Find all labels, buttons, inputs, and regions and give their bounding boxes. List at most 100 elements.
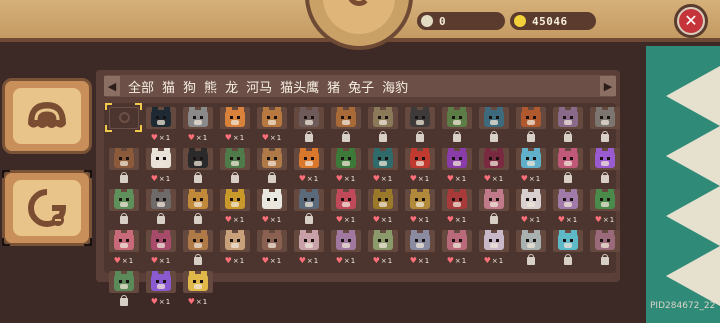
animal-slot[interactable]: ♥ × 1 bbox=[255, 105, 288, 146]
animal-slot[interactable]: ♥ × 1 bbox=[366, 146, 399, 187]
animal-slot[interactable]: ♥ × 1 bbox=[107, 228, 140, 269]
animal-slot[interactable]: ♥ × 1 bbox=[329, 228, 362, 269]
animal-slot[interactable]: ♥ × 1 bbox=[477, 228, 510, 269]
animal-slot[interactable] bbox=[551, 105, 584, 146]
animal-slot[interactable] bbox=[588, 228, 621, 269]
animal-slot[interactable]: ♥ × 1 bbox=[440, 146, 473, 187]
animal-slot[interactable] bbox=[107, 187, 140, 228]
animal-slot[interactable]: ♥ × 1 bbox=[218, 187, 251, 228]
animal-slot[interactable]: ♥ × 1 bbox=[551, 187, 584, 228]
animal-slot[interactable]: ♥ × 1 bbox=[440, 187, 473, 228]
animal-eye bbox=[348, 157, 351, 160]
filter-8[interactable]: 兔子 bbox=[348, 77, 374, 96]
animal-eye bbox=[489, 239, 492, 242]
search-slot[interactable] bbox=[105, 103, 142, 146]
animal-snout bbox=[379, 120, 387, 125]
animal-slot[interactable]: ♥ × 1 bbox=[329, 146, 362, 187]
animal-snout bbox=[305, 202, 313, 207]
animal-slot[interactable] bbox=[551, 146, 584, 187]
slot-status: ♥ × 1 bbox=[255, 132, 288, 144]
filter-7[interactable]: 猪 bbox=[327, 77, 340, 96]
animal-slot[interactable] bbox=[181, 187, 214, 228]
filter-6[interactable]: 猫头鹰 bbox=[280, 77, 319, 96]
animal-snout bbox=[601, 120, 609, 125]
animal-slot[interactable] bbox=[551, 228, 584, 269]
animal-slot[interactable] bbox=[181, 228, 214, 269]
animal-slot[interactable] bbox=[477, 105, 510, 146]
filter-9[interactable]: 海豹 bbox=[382, 77, 408, 96]
animal-slot[interactable] bbox=[292, 105, 325, 146]
animal-slot[interactable]: ♥ × 1 bbox=[292, 228, 325, 269]
animal-eye bbox=[156, 157, 159, 160]
animal-eye bbox=[378, 157, 381, 160]
animal-slot[interactable]: ♥ × 1 bbox=[514, 187, 547, 228]
animal-slot[interactable] bbox=[292, 187, 325, 228]
heart-icon: ♥ bbox=[224, 133, 232, 142]
filter-2[interactable]: 狗 bbox=[183, 77, 196, 96]
animal-slot[interactable]: ♥ × 1 bbox=[366, 187, 399, 228]
animal-eye bbox=[156, 116, 159, 119]
owned-count: 1 bbox=[535, 216, 541, 224]
animal-slot[interactable]: ♥ × 1 bbox=[403, 228, 436, 269]
heart-icon: ♥ bbox=[224, 256, 232, 265]
magnifier-icon bbox=[119, 112, 130, 123]
close-button[interactable]: ✕ bbox=[674, 4, 708, 38]
animal-slot[interactable]: ♥ × 1 bbox=[181, 105, 214, 146]
filter-5[interactable]: 河马 bbox=[246, 77, 272, 96]
animal-slot[interactable] bbox=[107, 146, 140, 187]
heart-icon: ♥ bbox=[335, 256, 343, 265]
animal-slot[interactable] bbox=[181, 146, 214, 187]
animal-slot[interactable] bbox=[403, 105, 436, 146]
owned-count: 1 bbox=[239, 134, 245, 142]
animal-snout bbox=[601, 161, 609, 166]
animal-slot[interactable]: ♥ × 1 bbox=[144, 105, 177, 146]
filter-3[interactable]: 熊 bbox=[204, 77, 217, 96]
animal-slot[interactable] bbox=[588, 105, 621, 146]
animal-snout bbox=[194, 243, 202, 248]
animal-slot[interactable] bbox=[514, 105, 547, 146]
animal-eye bbox=[496, 157, 499, 160]
animal-slot[interactable] bbox=[588, 146, 621, 187]
animal-slot[interactable]: ♥ × 1 bbox=[255, 187, 288, 228]
animal-slot[interactable]: ♥ × 1 bbox=[218, 228, 251, 269]
slot-frame bbox=[294, 107, 324, 129]
animal-slot[interactable]: ♥ × 1 bbox=[255, 228, 288, 269]
animal-slot[interactable] bbox=[107, 269, 140, 310]
animal-slot[interactable]: ♥ × 1 bbox=[181, 269, 214, 310]
animal-slot[interactable]: ♥ × 1 bbox=[366, 228, 399, 269]
animal-slot[interactable] bbox=[144, 187, 177, 228]
owned-count: 1 bbox=[128, 257, 134, 265]
filter-4[interactable]: 龙 bbox=[225, 77, 238, 96]
animal-portrait-icon bbox=[262, 107, 282, 127]
animal-slot[interactable] bbox=[329, 105, 362, 146]
scroll-right-button[interactable]: ▶ bbox=[600, 76, 616, 96]
animal-slot[interactable] bbox=[514, 228, 547, 269]
animal-slot[interactable]: ♥ × 1 bbox=[477, 146, 510, 187]
heart-icon: ♥ bbox=[557, 215, 565, 224]
animal-slot[interactable] bbox=[477, 187, 510, 228]
animal-slot[interactable] bbox=[440, 105, 473, 146]
animal-slot[interactable]: ♥ × 1 bbox=[588, 187, 621, 228]
animal-slot[interactable]: ♥ × 1 bbox=[144, 146, 177, 187]
animal-slot[interactable]: ♥ × 1 bbox=[514, 146, 547, 187]
animal-slot[interactable]: ♥ × 1 bbox=[144, 228, 177, 269]
animal-ear bbox=[559, 230, 565, 235]
animal-slot[interactable]: ♥ × 1 bbox=[403, 146, 436, 187]
animal-portrait-icon bbox=[521, 107, 541, 127]
scroll-left-button[interactable]: ◀ bbox=[104, 76, 120, 96]
animal-slot[interactable]: ♥ × 1 bbox=[329, 187, 362, 228]
animal-slot[interactable]: ♥ × 1 bbox=[144, 269, 177, 310]
animal-slot[interactable]: ♥ × 1 bbox=[403, 187, 436, 228]
filter-1[interactable]: 猫 bbox=[162, 77, 175, 96]
animal-slot[interactable]: ♥ × 1 bbox=[440, 228, 473, 269]
animal-slot[interactable] bbox=[255, 146, 288, 187]
animal-slot[interactable]: ♥ × 1 bbox=[218, 105, 251, 146]
tab-collection[interactable] bbox=[2, 170, 92, 246]
heart-icon: ♥ bbox=[261, 256, 269, 265]
tab-hairstyles[interactable] bbox=[2, 78, 92, 154]
animal-slot[interactable]: ♥ × 1 bbox=[292, 146, 325, 187]
filter-0[interactable]: 全部 bbox=[128, 77, 154, 96]
animal-slot[interactable] bbox=[218, 146, 251, 187]
animal-slot[interactable] bbox=[366, 105, 399, 146]
lock-icon bbox=[563, 131, 572, 142]
